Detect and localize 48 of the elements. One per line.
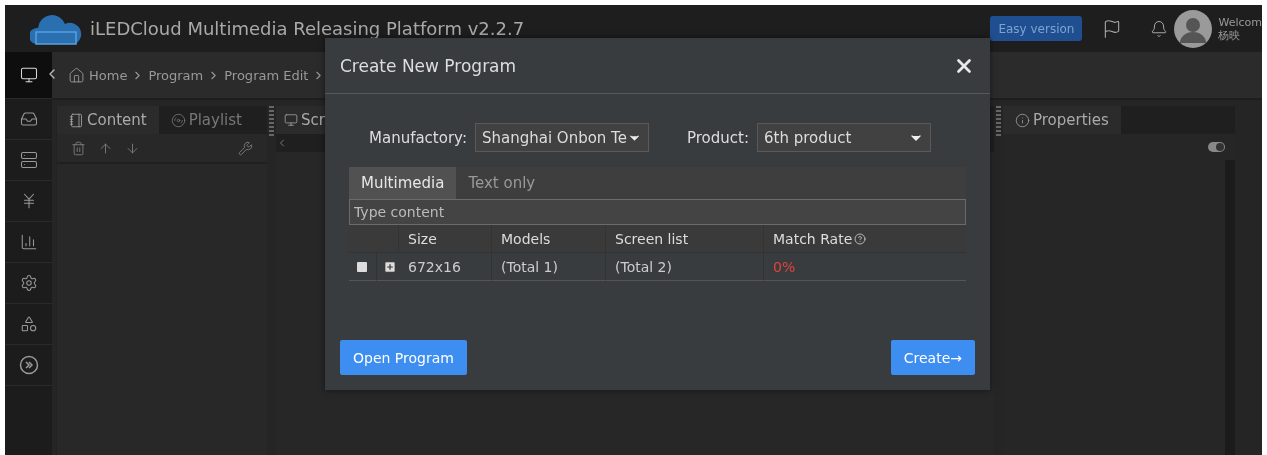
trash-icon[interactable] <box>71 140 86 156</box>
product-select[interactable]: 6th product <box>756 123 931 152</box>
table-cell: (Total 2) <box>606 253 764 281</box>
double-chevron-icon[interactable] <box>18 355 39 375</box>
open-program-button[interactable]: Open Program <box>340 340 467 375</box>
table-cell: 672x16 <box>399 253 492 281</box>
disc-icon <box>170 112 186 128</box>
welcome-text: Welcom 杨映 <box>1218 15 1262 42</box>
settings-icon[interactable] <box>19 274 38 292</box>
column-header: Size <box>399 225 492 253</box>
panel-tab[interactable]: Properties <box>1003 106 1121 134</box>
breadcrumb-link[interactable]: Home <box>89 67 128 83</box>
dialog-tab[interactable]: Multimedia <box>349 167 457 199</box>
column-header: Match Rate <box>764 225 966 253</box>
toggle-switch[interactable] <box>1208 142 1225 152</box>
avatar[interactable] <box>1174 9 1213 48</box>
dialog-tab[interactable]: Text only <box>456 167 548 199</box>
expand-row-icon[interactable] <box>383 259 397 274</box>
home-icon[interactable] <box>68 66 85 84</box>
breadcrumb-link[interactable]: Program <box>148 67 204 83</box>
manufactory-select[interactable]: Shanghai Onbon Te <box>474 123 649 152</box>
column-header: Models <box>492 225 606 253</box>
apps-icon[interactable] <box>19 315 38 333</box>
app-title: iLEDCloud Multimedia Releasing Platform v2.2.7 <box>90 18 525 39</box>
panel-tab[interactable]: Content <box>57 106 159 134</box>
sidebar-item[interactable] <box>5 52 52 99</box>
column-header: Screen list <box>606 225 764 253</box>
row-checkbox[interactable] <box>357 261 367 272</box>
arrow-down-icon[interactable] <box>125 140 140 156</box>
notebook-icon <box>69 112 84 128</box>
server-icon[interactable] <box>19 151 38 169</box>
wrench-icon[interactable] <box>238 140 253 156</box>
field-label: Manufactory: <box>369 128 467 147</box>
help-icon[interactable] <box>854 232 867 245</box>
table-cell: 0% <box>764 253 966 281</box>
inbox-icon[interactable] <box>19 110 38 128</box>
info-icon <box>1015 112 1030 128</box>
table-cell: (Total 1) <box>492 253 606 281</box>
create-button[interactable]: Create→ <box>890 340 975 375</box>
field-label: Product: <box>686 128 749 147</box>
breadcrumb-link[interactable]: Program Edit <box>224 67 309 83</box>
monitor-icon <box>284 113 298 127</box>
bar-chart-icon[interactable] <box>19 233 38 251</box>
monitor-icon[interactable] <box>19 66 38 84</box>
easy-version-button[interactable]: Easy version <box>990 16 1083 41</box>
dialog-title: Create New Program <box>340 55 518 76</box>
search-field[interactable]: Type content <box>349 199 966 225</box>
bell-icon[interactable] <box>1150 19 1169 38</box>
